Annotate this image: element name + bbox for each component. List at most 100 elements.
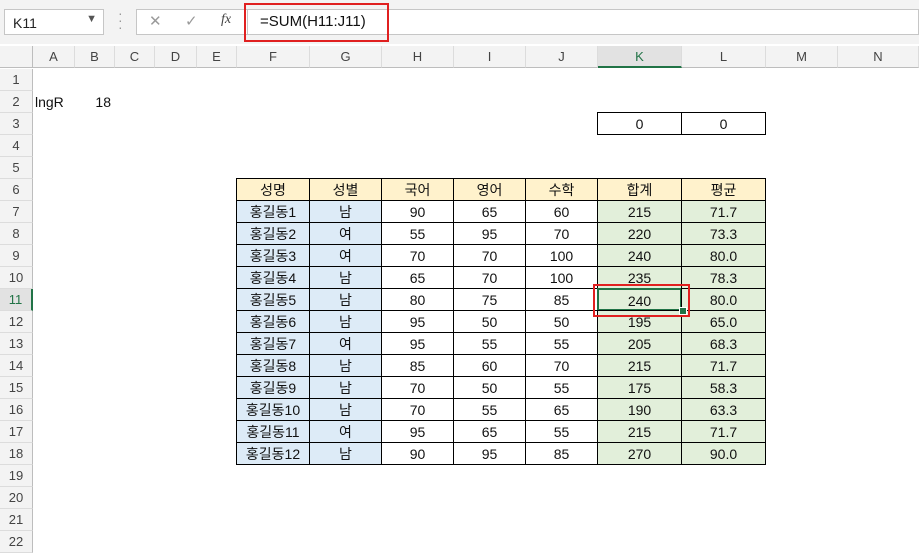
column-header-j[interactable]: J [526, 46, 598, 68]
row-header-13[interactable]: 13 [0, 333, 33, 355]
table-header-g[interactable]: 성별 [309, 178, 382, 201]
cell-i14[interactable]: 60 [453, 354, 526, 377]
row-header-4[interactable]: 4 [0, 135, 33, 157]
cell-g13[interactable]: 여 [309, 332, 382, 355]
cell-j11[interactable]: 85 [525, 288, 598, 311]
row-header-7[interactable]: 7 [0, 201, 33, 223]
row-header-20[interactable]: 20 [0, 487, 33, 509]
cell-l11[interactable]: 80.0 [681, 288, 766, 311]
cancel-icon[interactable]: ✕ [149, 12, 162, 30]
cell-h11[interactable]: 80 [381, 288, 454, 311]
cell-g14[interactable]: 남 [309, 354, 382, 377]
cell-k15[interactable]: 175 [597, 376, 682, 399]
cell-i11[interactable]: 75 [453, 288, 526, 311]
cell-g12[interactable]: 남 [309, 310, 382, 333]
cell-f11[interactable]: 홍길동5 [236, 288, 310, 311]
cell-g10[interactable]: 남 [309, 266, 382, 289]
row-header-10[interactable]: 10 [0, 267, 33, 289]
cell-k9[interactable]: 240 [597, 244, 682, 267]
cell-a2[interactable]: lngR [33, 91, 75, 113]
cell-i8[interactable]: 95 [453, 222, 526, 245]
cell-k14[interactable]: 215 [597, 354, 682, 377]
cell-j12[interactable]: 50 [525, 310, 598, 333]
column-header-c[interactable]: C [115, 46, 155, 68]
cell-l16[interactable]: 63.3 [681, 398, 766, 421]
cell-h17[interactable]: 95 [381, 420, 454, 443]
row-header-3[interactable]: 3 [0, 113, 33, 135]
cell-i16[interactable]: 55 [453, 398, 526, 421]
cell-j13[interactable]: 55 [525, 332, 598, 355]
row-header-5[interactable]: 5 [0, 157, 33, 179]
column-header-e[interactable]: E [197, 46, 237, 68]
cell-j17[interactable]: 55 [525, 420, 598, 443]
cell-j10[interactable]: 100 [525, 266, 598, 289]
cell-h14[interactable]: 85 [381, 354, 454, 377]
cell-f13[interactable]: 홍길동7 [236, 332, 310, 355]
cell-l18[interactable]: 90.0 [681, 442, 766, 465]
cell-j9[interactable]: 100 [525, 244, 598, 267]
row-header-8[interactable]: 8 [0, 223, 33, 245]
row-header-15[interactable]: 15 [0, 377, 33, 399]
row-header-14[interactable]: 14 [0, 355, 33, 377]
check-icon[interactable]: ✓ [185, 12, 198, 30]
table-header-k[interactable]: 합계 [597, 178, 682, 201]
cell-i17[interactable]: 65 [453, 420, 526, 443]
cell-l14[interactable]: 71.7 [681, 354, 766, 377]
column-header-b[interactable]: B [75, 46, 115, 68]
cell-g7[interactable]: 남 [309, 200, 382, 223]
cell-k16[interactable]: 190 [597, 398, 682, 421]
cell-g11[interactable]: 남 [309, 288, 382, 311]
cell-l8[interactable]: 73.3 [681, 222, 766, 245]
chevron-down-icon[interactable]: ▼ [86, 13, 97, 25]
column-header-d[interactable]: D [155, 46, 197, 68]
column-header-g[interactable]: G [310, 46, 382, 68]
row-header-11[interactable]: 11 [0, 289, 33, 311]
cell-h13[interactable]: 95 [381, 332, 454, 355]
cell-f12[interactable]: 홍길동6 [236, 310, 310, 333]
column-header-n[interactable]: N [838, 46, 919, 68]
cell-k3[interactable]: 0 [597, 112, 682, 135]
select-all-corner[interactable] [0, 46, 33, 68]
row-header-1[interactable]: 1 [0, 69, 33, 91]
table-header-h[interactable]: 국어 [381, 178, 454, 201]
cell-i9[interactable]: 70 [453, 244, 526, 267]
cell-h10[interactable]: 65 [381, 266, 454, 289]
table-header-l[interactable]: 평균 [681, 178, 766, 201]
cell-f8[interactable]: 홍길동2 [236, 222, 310, 245]
cell-l13[interactable]: 68.3 [681, 332, 766, 355]
cell-k17[interactable]: 215 [597, 420, 682, 443]
cell-l15[interactable]: 58.3 [681, 376, 766, 399]
cell-f18[interactable]: 홍길동12 [236, 442, 310, 465]
function-icon[interactable]: fx [221, 12, 231, 28]
row-header-22[interactable]: 22 [0, 531, 33, 553]
cell-i12[interactable]: 50 [453, 310, 526, 333]
cell-g9[interactable]: 여 [309, 244, 382, 267]
cell-i18[interactable]: 95 [453, 442, 526, 465]
cell-l17[interactable]: 71.7 [681, 420, 766, 443]
cell-f10[interactable]: 홍길동4 [236, 266, 310, 289]
cell-h7[interactable]: 90 [381, 200, 454, 223]
cell-f17[interactable]: 홍길동11 [236, 420, 310, 443]
column-header-i[interactable]: I [454, 46, 526, 68]
column-header-m[interactable]: M [766, 46, 838, 68]
cell-h12[interactable]: 95 [381, 310, 454, 333]
more-options-icon[interactable]: · · · [118, 6, 123, 34]
cell-i15[interactable]: 50 [453, 376, 526, 399]
cell-l7[interactable]: 71.7 [681, 200, 766, 223]
cell-l9[interactable]: 80.0 [681, 244, 766, 267]
cell-g17[interactable]: 여 [309, 420, 382, 443]
cell-b2[interactable]: 18 [75, 91, 115, 113]
cell-j18[interactable]: 85 [525, 442, 598, 465]
row-header-16[interactable]: 16 [0, 399, 33, 421]
row-header-6[interactable]: 6 [0, 179, 33, 201]
cell-k8[interactable]: 220 [597, 222, 682, 245]
cell-h18[interactable]: 90 [381, 442, 454, 465]
cell-i13[interactable]: 55 [453, 332, 526, 355]
cell-j15[interactable]: 55 [525, 376, 598, 399]
cell-j7[interactable]: 60 [525, 200, 598, 223]
column-header-k[interactable]: K [598, 46, 682, 68]
column-header-f[interactable]: F [237, 46, 310, 68]
cell-k7[interactable]: 215 [597, 200, 682, 223]
cell-g16[interactable]: 남 [309, 398, 382, 421]
cell-f7[interactable]: 홍길동1 [236, 200, 310, 223]
